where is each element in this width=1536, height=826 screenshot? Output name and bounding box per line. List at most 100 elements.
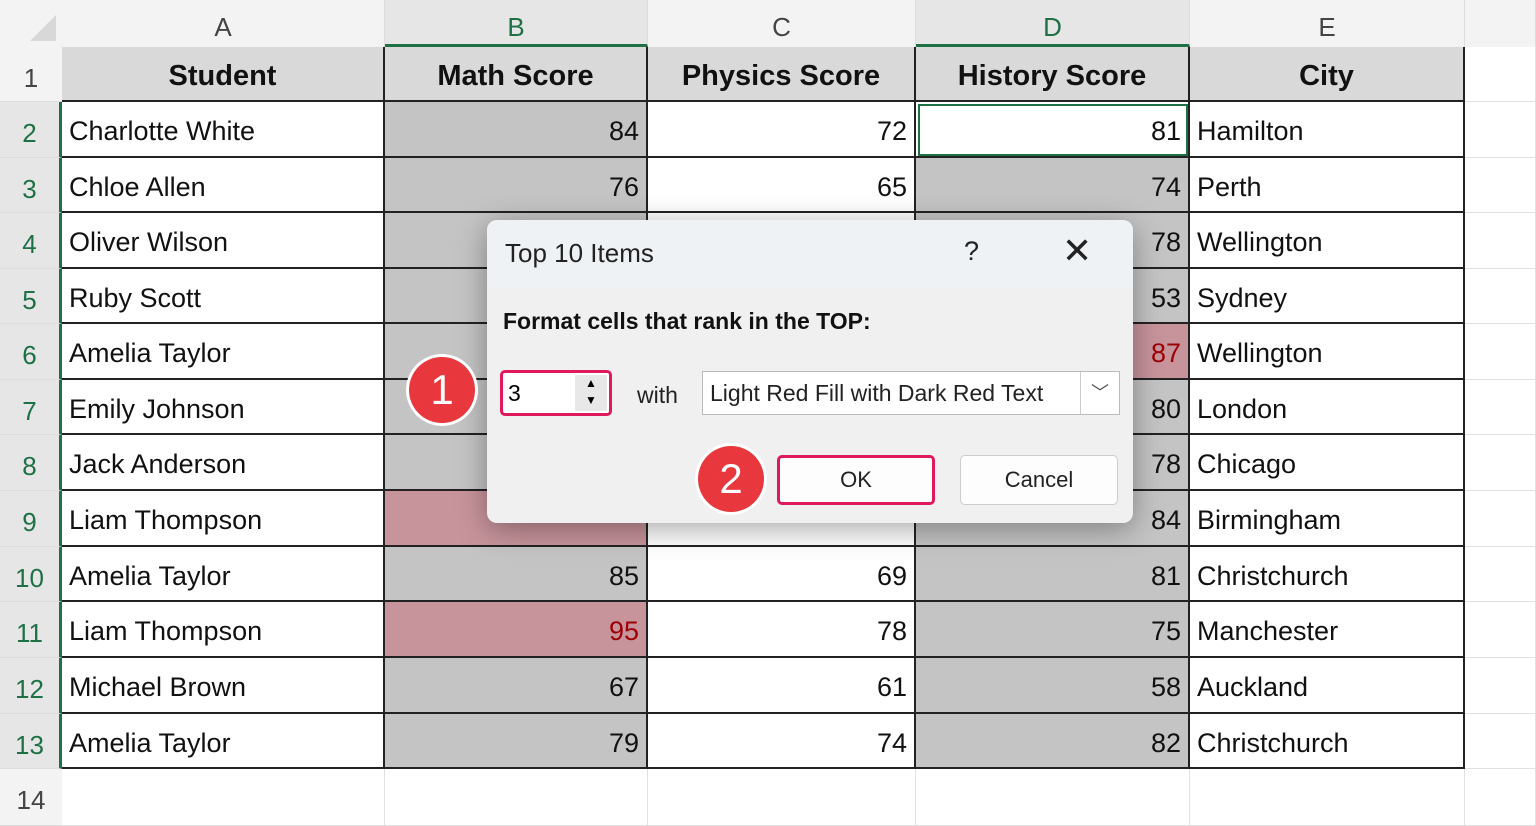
cell-B13[interactable]: 79 — [385, 714, 648, 769]
empty-cell[interactable] — [648, 769, 916, 826]
cell-E9[interactable]: Birmingham — [1190, 491, 1465, 547]
cell-A4[interactable]: Oliver Wilson — [62, 213, 385, 269]
empty-cell[interactable] — [1465, 547, 1536, 602]
help-button[interactable]: ? — [964, 236, 979, 267]
cell-D13[interactable]: 82 — [916, 714, 1190, 769]
cell-D3[interactable]: 74 — [916, 158, 1190, 213]
empty-cell[interactable] — [1465, 324, 1536, 380]
empty-cell[interactable] — [916, 769, 1190, 826]
row-header-11[interactable]: 11 — [0, 602, 62, 658]
row-header-2[interactable]: 2 — [0, 102, 62, 158]
cell-C12[interactable]: 61 — [648, 658, 916, 714]
empty-cell[interactable] — [1465, 380, 1536, 435]
cell-C10[interactable]: 69 — [648, 547, 916, 602]
cell-B10[interactable]: 85 — [385, 547, 648, 602]
empty-cell[interactable] — [1465, 658, 1536, 714]
with-label: with — [637, 382, 678, 409]
cell-A8[interactable]: Jack Anderson — [62, 435, 385, 491]
cell-E12[interactable]: Auckland — [1190, 658, 1465, 714]
cell-C3[interactable]: 65 — [648, 158, 916, 213]
spin-down-icon[interactable]: ▼ — [575, 392, 607, 409]
step-badge-1: 1 — [409, 357, 475, 423]
empty-cell[interactable] — [1465, 769, 1536, 826]
cancel-button[interactable]: Cancel — [960, 455, 1118, 505]
cell-A3[interactable]: Chloe Allen — [62, 158, 385, 213]
ok-button[interactable]: OK — [777, 455, 935, 505]
cell-C11[interactable]: 78 — [648, 602, 916, 658]
cell-E10[interactable]: Christchurch — [1190, 547, 1465, 602]
empty-cell[interactable] — [1190, 769, 1465, 826]
row-header-5[interactable]: 5 — [0, 269, 62, 324]
spin-up-icon[interactable]: ▲ — [575, 375, 607, 392]
header-cell[interactable]: History Score — [916, 47, 1190, 102]
header-cell[interactable]: Student — [62, 47, 385, 102]
empty-cell[interactable] — [385, 769, 648, 826]
cell-E4[interactable]: Wellington — [1190, 213, 1465, 269]
empty-cell[interactable] — [1465, 158, 1536, 213]
cell-E13[interactable]: Christchurch — [1190, 714, 1465, 769]
close-icon[interactable]: ✕ — [1062, 230, 1092, 272]
empty-cell[interactable] — [1465, 47, 1536, 102]
cell-E8[interactable]: Chicago — [1190, 435, 1465, 491]
row-header-9[interactable]: 9 — [0, 491, 62, 547]
empty-cell[interactable] — [1465, 269, 1536, 324]
column-header-empty[interactable] — [1465, 0, 1536, 47]
cell-D10[interactable]: 81 — [916, 547, 1190, 602]
row-header-14[interactable]: 14 — [0, 769, 62, 826]
cell-A11[interactable]: Liam Thompson — [62, 602, 385, 658]
cell-A13[interactable]: Amelia Taylor — [62, 714, 385, 769]
cell-A10[interactable]: Amelia Taylor — [62, 547, 385, 602]
chevron-down-icon[interactable]: ﹀ — [1080, 372, 1119, 414]
dialog-title: Top 10 Items — [505, 238, 654, 269]
column-header-B[interactable]: B — [385, 0, 648, 47]
cell-E3[interactable]: Perth — [1190, 158, 1465, 213]
row-header-6[interactable]: 6 — [0, 324, 62, 380]
row-header-13[interactable]: 13 — [0, 714, 62, 769]
cell-B2[interactable]: 84 — [385, 102, 648, 158]
cell-E6[interactable]: Wellington — [1190, 324, 1465, 380]
cell-B12[interactable]: 67 — [385, 658, 648, 714]
cell-A2[interactable]: Charlotte White — [62, 102, 385, 158]
row-header-10[interactable]: 10 — [0, 547, 62, 602]
select-all-corner[interactable] — [0, 0, 62, 47]
cell-D2[interactable]: 81 — [916, 102, 1190, 158]
format-select[interactable]: Light Red Fill with Dark Red Text ﹀ — [702, 371, 1120, 415]
cell-A7[interactable]: Emily Johnson — [62, 380, 385, 435]
cell-A5[interactable]: Ruby Scott — [62, 269, 385, 324]
column-header-C[interactable]: C — [648, 0, 916, 47]
row-header-4[interactable]: 4 — [0, 213, 62, 269]
header-cell[interactable]: City — [1190, 47, 1465, 102]
rank-count-stepper[interactable]: 3 ▲▼ — [500, 370, 612, 416]
cell-D11[interactable]: 75 — [916, 602, 1190, 658]
empty-cell[interactable] — [1465, 491, 1536, 547]
cell-B3[interactable]: 76 — [385, 158, 648, 213]
header-cell[interactable]: Physics Score — [648, 47, 916, 102]
empty-cell[interactable] — [1465, 102, 1536, 158]
cell-D12[interactable]: 58 — [916, 658, 1190, 714]
cell-C13[interactable]: 74 — [648, 714, 916, 769]
column-header-E[interactable]: E — [1190, 0, 1465, 47]
row-header-3[interactable]: 3 — [0, 158, 62, 213]
rank-count-value[interactable]: 3 — [508, 380, 521, 407]
empty-cell[interactable] — [1465, 714, 1536, 769]
row-header-8[interactable]: 8 — [0, 435, 62, 491]
empty-cell[interactable] — [1465, 213, 1536, 269]
column-header-A[interactable]: A — [62, 0, 385, 47]
empty-cell[interactable] — [62, 769, 385, 826]
cell-E7[interactable]: London — [1190, 380, 1465, 435]
cell-A9[interactable]: Liam Thompson — [62, 491, 385, 547]
row-header-7[interactable]: 7 — [0, 380, 62, 435]
row-header-12[interactable]: 12 — [0, 658, 62, 714]
cell-E5[interactable]: Sydney — [1190, 269, 1465, 324]
cell-B11[interactable]: 95 — [385, 602, 648, 658]
cell-E2[interactable]: Hamilton — [1190, 102, 1465, 158]
column-header-D[interactable]: D — [916, 0, 1190, 47]
empty-cell[interactable] — [1465, 435, 1536, 491]
cell-A6[interactable]: Amelia Taylor — [62, 324, 385, 380]
cell-E11[interactable]: Manchester — [1190, 602, 1465, 658]
cell-C2[interactable]: 72 — [648, 102, 916, 158]
row-header-1[interactable]: 1 — [0, 47, 62, 102]
empty-cell[interactable] — [1465, 602, 1536, 658]
header-cell[interactable]: Math Score — [385, 47, 648, 102]
cell-A12[interactable]: Michael Brown — [62, 658, 385, 714]
